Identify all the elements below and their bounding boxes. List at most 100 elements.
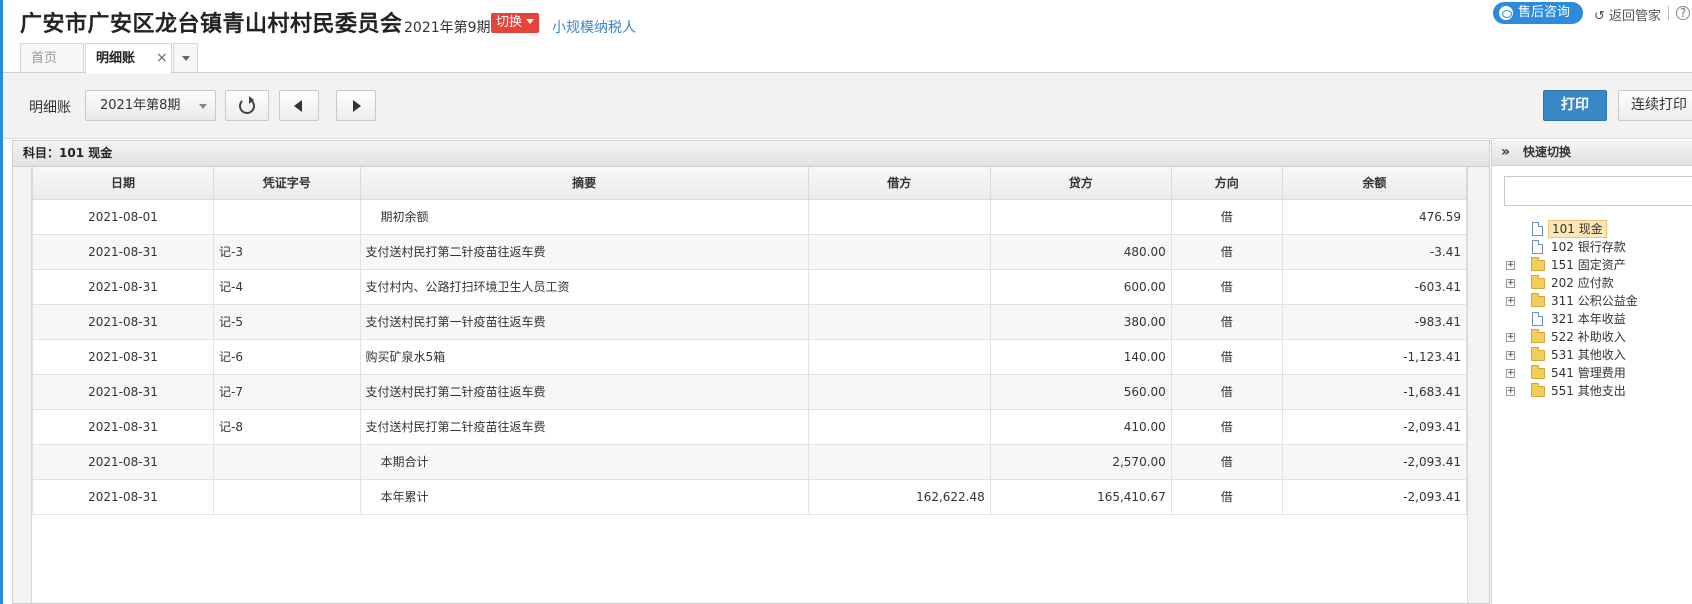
tab-home[interactable]: 首页 xyxy=(20,43,84,73)
account-code: 311 xyxy=(1551,294,1574,308)
tab-detail-ledger[interactable]: 明细账 × xyxy=(85,43,172,74)
continuous-print-button[interactable]: 连续打印 xyxy=(1618,90,1692,121)
cell-balance: -1,683.41 xyxy=(1281,373,1468,410)
table-row[interactable]: 2021-08-31 本期合计 2,570.00 借 -2,093.41 xyxy=(32,443,1468,480)
folder-icon xyxy=(1531,293,1545,307)
subject-heading: 科目：101 现金 xyxy=(13,141,1489,167)
grid-row-gutter xyxy=(13,167,32,603)
cell-direction: 借 xyxy=(1170,303,1283,340)
table-row[interactable]: 2021-08-31 记-8 支付送村民打第二针疫苗往返车费 410.00 借 -2,09… xyxy=(32,408,1468,445)
cell-summary: 支付村内、公路打扫环境卫生人员工资 xyxy=(359,268,809,305)
app-window: 广安市广安区龙台镇青山村村民委员会 2021年第9期 切换 小规模纳税人 售后咨… xyxy=(0,0,1692,604)
expand-icon[interactable]: + xyxy=(1506,261,1515,270)
previous-period-button[interactable] xyxy=(279,90,319,121)
next-period-button[interactable] xyxy=(336,90,376,121)
cell-debit xyxy=(807,233,991,270)
tree-item-label: 522 补助收入 xyxy=(1548,328,1629,346)
table-row[interactable]: 2021-08-31 记-4 支付村内、公路打扫环境卫生人员工资 600.00 借 -60… xyxy=(32,268,1468,305)
cell-direction: 借 xyxy=(1170,408,1283,445)
col-voucher: 凭证字号 xyxy=(213,167,361,200)
cell-voucher: 记-7 xyxy=(213,373,361,410)
after-sales-consult-button[interactable]: 售后咨询 xyxy=(1493,2,1583,24)
quick-switch-header: » 快速切换 xyxy=(1492,140,1692,166)
print-button[interactable]: 打印 xyxy=(1543,90,1607,121)
return-icon: ↺ xyxy=(1594,9,1605,24)
expand-icon[interactable]: + xyxy=(1506,387,1515,396)
folder-icon xyxy=(1531,329,1545,343)
ledger-table: 日期 凭证字号 摘要 借方 贷方 方向 余额 2021-08-01 期初余额借 47… xyxy=(32,167,1468,515)
company-title: 广安市广安区龙台镇青山村村民委员会 xyxy=(20,12,403,37)
cell-balance: -2,093.41 xyxy=(1281,408,1468,445)
consult-label: 售后咨询 xyxy=(1518,5,1571,20)
taxpayer-type-link[interactable]: 小规模纳税人 xyxy=(552,17,636,37)
col-credit: 贷方 xyxy=(989,167,1172,200)
collapse-panel-icon[interactable]: » xyxy=(1501,140,1510,165)
header-divider xyxy=(1668,6,1669,20)
cell-direction: 借 xyxy=(1170,373,1283,410)
account-code: 531 xyxy=(1551,348,1574,362)
cell-direction: 借 xyxy=(1170,268,1283,305)
account-search-input[interactable] xyxy=(1504,176,1692,206)
table-row[interactable]: 2021-08-01 期初余额 借 476.59 xyxy=(32,198,1468,235)
folder-icon xyxy=(1531,347,1545,361)
tree-item-101[interactable]: 101 现金 xyxy=(1506,220,1692,238)
period-select-value: 2021年第8期 xyxy=(100,98,181,113)
cell-date: 2021-08-31 xyxy=(32,373,214,410)
cell-debit xyxy=(807,303,991,340)
tab-list-dropdown[interactable] xyxy=(173,43,198,73)
cell-voucher: 记-6 xyxy=(213,338,361,375)
tree-item-541[interactable]: +541 管理费用 xyxy=(1506,364,1692,382)
table-row[interactable]: 2021-08-31 记-3 支付送村民打第二针疫苗往返车费 480.00 借 -3.41 xyxy=(32,233,1468,270)
table-row[interactable]: 2021-08-31 记-6 购买矿泉水5箱 140.00 借 -1,123.41 xyxy=(32,338,1468,375)
document-icon xyxy=(1532,312,1543,326)
cell-summary: 支付送村民打第二针疫苗往返车费 xyxy=(359,233,809,270)
cell-voucher: 记-3 xyxy=(213,233,361,270)
tree-item-321[interactable]: 321 本年收益 xyxy=(1506,310,1692,328)
account-name: 应付款 xyxy=(1577,276,1614,290)
cell-credit: 480.00 xyxy=(989,233,1172,270)
account-code: 321 xyxy=(1551,312,1574,326)
col-balance: 余额 xyxy=(1281,167,1468,200)
cell-voucher xyxy=(213,198,361,235)
cell-direction: 借 xyxy=(1170,198,1283,235)
table-row[interactable]: 2021-08-31 本年累计 162,622.48 165,410.67 借 -2,09… xyxy=(32,478,1468,515)
expand-icon[interactable]: + xyxy=(1506,279,1515,288)
table-row[interactable]: 2021-08-31 记-7 支付送村民打第二针疫苗往返车费 560.00 借 -1,68… xyxy=(32,373,1468,410)
tree-item-522[interactable]: +522 补助收入 xyxy=(1506,328,1692,346)
account-name: 公积公益金 xyxy=(1577,294,1638,308)
cell-debit xyxy=(807,373,991,410)
account-name: 银行存款 xyxy=(1577,240,1626,254)
cell-summary: 购买矿泉水5箱 xyxy=(359,338,809,375)
grid-scroll-gutter xyxy=(1467,167,1489,603)
refresh-button[interactable] xyxy=(225,90,269,121)
close-icon[interactable]: × xyxy=(156,44,168,73)
table-row[interactable]: 2021-08-31 记-5 支付送村民打第一针疫苗往返车费 380.00 借 -983.… xyxy=(32,303,1468,340)
tree-item-label: 151 固定资产 xyxy=(1548,256,1629,274)
return-to-manager-link[interactable]: ↺ 返回管家 xyxy=(1594,5,1661,24)
tree-item-151[interactable]: +151 固定资产 xyxy=(1506,256,1692,274)
tree-item-102[interactable]: 102 银行存款 xyxy=(1506,238,1692,256)
switch-label: 切换 xyxy=(496,15,523,30)
account-code: 522 xyxy=(1551,330,1574,344)
account-name: 管理费用 xyxy=(1577,366,1626,380)
expand-icon[interactable]: + xyxy=(1506,333,1515,342)
help-icon[interactable]: ? xyxy=(1676,6,1690,20)
cell-balance: -2,093.41 xyxy=(1281,478,1468,515)
tree-item-531[interactable]: +531 其他收入 xyxy=(1506,346,1692,364)
cell-date: 2021-08-31 xyxy=(32,408,214,445)
tree-item-551[interactable]: +551 其他支出 xyxy=(1506,382,1692,400)
cell-summary: 支付送村民打第二针疫苗往返车费 xyxy=(359,373,809,410)
cell-credit: 2,570.00 xyxy=(989,443,1172,480)
cell-balance: -1,123.41 xyxy=(1281,338,1468,375)
expand-icon[interactable]: + xyxy=(1506,297,1515,306)
switch-period-button[interactable]: 切换 xyxy=(491,13,540,33)
folder-icon xyxy=(1531,275,1545,289)
expand-icon[interactable]: + xyxy=(1506,351,1515,360)
expand-icon[interactable]: + xyxy=(1506,369,1515,378)
cell-date: 2021-08-31 xyxy=(32,268,214,305)
tree-item-label: 311 公积公益金 xyxy=(1548,292,1641,310)
period-select[interactable]: 2021年第8期 xyxy=(85,90,216,121)
tree-item-202[interactable]: +202 应付款 xyxy=(1506,274,1692,292)
tree-item-311[interactable]: +311 公积公益金 xyxy=(1506,292,1692,310)
cell-date: 2021-08-31 xyxy=(32,233,214,270)
